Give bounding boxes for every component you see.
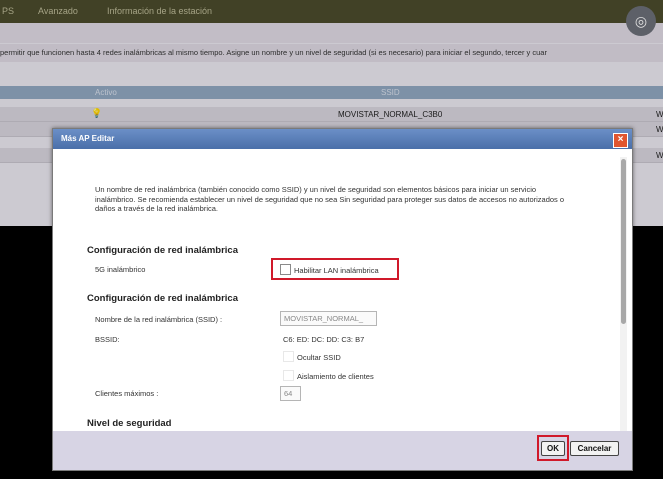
- close-icon[interactable]: ×: [613, 133, 628, 148]
- dialog-title-bar: Más AP Editar ×: [53, 129, 632, 149]
- edit-ap-dialog: Más AP Editar × Un nombre de red inalámb…: [52, 128, 633, 471]
- ok-button[interactable]: OK: [541, 441, 565, 456]
- dialog-title: Más AP Editar: [61, 134, 115, 143]
- client-isolation-label: Aislamiento de clientes: [297, 372, 374, 381]
- highlight-box-checkbox: [271, 258, 399, 280]
- intro-text: Un nombre de red inalámbrica (también co…: [95, 185, 565, 213]
- bssid-value: C6: ED: DC: DD: C3: B7: [283, 335, 365, 344]
- label-5g: 5G inalámbrico: [95, 265, 146, 274]
- max-clients-label: Clientes máximos :: [95, 389, 159, 398]
- max-clients-input[interactable]: 64: [280, 386, 301, 401]
- hide-ssid-label: Ocultar SSID: [297, 353, 341, 362]
- bssid-label: BSSID:: [95, 335, 120, 344]
- checkbox-icon[interactable]: [283, 351, 294, 362]
- hide-ssid-checkbox[interactable]: Ocultar SSID: [283, 351, 341, 362]
- ssid-label: Nombre de la red inalámbrica (SSID) :: [95, 315, 223, 324]
- ssid-input[interactable]: MOVISTAR_NORMAL_: [280, 311, 377, 326]
- section-heading-wireless-1: Configuración de red inalámbrica: [87, 245, 238, 256]
- scrollbar-thumb[interactable]: [621, 159, 626, 324]
- section-heading-wireless-2: Configuración de red inalámbrica: [87, 293, 238, 304]
- screenshot-tool-icon[interactable]: ◎: [626, 6, 656, 36]
- client-isolation-checkbox[interactable]: Aislamiento de clientes: [283, 370, 374, 381]
- checkbox-icon[interactable]: [283, 370, 294, 381]
- section-heading-security: Nivel de seguridad: [87, 418, 172, 429]
- cancel-button[interactable]: Cancelar: [570, 441, 619, 456]
